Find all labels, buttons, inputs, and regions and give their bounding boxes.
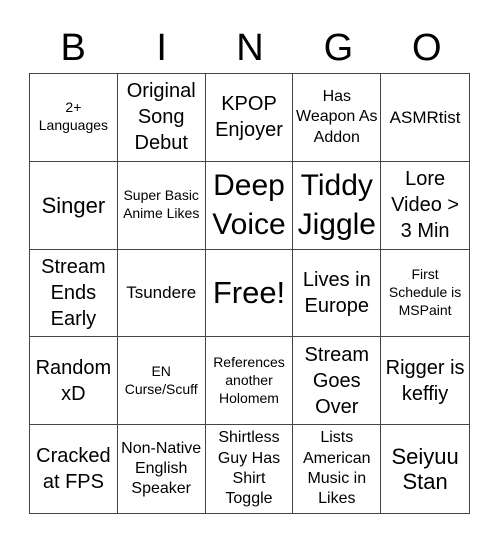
- bingo-cell-text: EN Curse/Scuff: [124, 362, 198, 397]
- bingo-cell-text: Lore Video > 3 Min: [391, 168, 460, 243]
- header-letter-i: I: [156, 27, 167, 69]
- bingo-cell[interactable]: Non-Native English Speaker: [118, 425, 206, 513]
- bingo-header: B I N G O: [29, 24, 471, 72]
- bingo-cell-text: Original Song Debut: [126, 80, 196, 155]
- header-letter-g: G: [323, 27, 354, 69]
- bingo-cell[interactable]: Random xD: [30, 337, 118, 426]
- bingo-cell[interactable]: Deep Voice: [205, 161, 294, 250]
- bingo-cell[interactable]: Lists American Music in Likes: [293, 425, 382, 513]
- bingo-cell[interactable]: Singer: [30, 161, 118, 250]
- bingo-cell-free[interactable]: Free!: [205, 249, 294, 338]
- bingo-cell[interactable]: Cracked at FPS: [30, 425, 118, 513]
- bingo-cell-text: Lists American Music in Likes: [303, 429, 371, 508]
- bingo-cell-text: Rigger is keffiy: [385, 356, 465, 405]
- bingo-cell[interactable]: Stream Goes Over: [293, 337, 382, 426]
- bingo-cell[interactable]: ASMRtist: [381, 74, 469, 162]
- bingo-cell-text: Cracked at FPS: [36, 445, 111, 494]
- bingo-cell[interactable]: Tsundere: [117, 249, 206, 338]
- bingo-cell-text: Singer: [41, 192, 106, 218]
- bingo-cell[interactable]: KPOP Enjoyer: [205, 74, 294, 162]
- bingo-cell[interactable]: Original Song Debut: [117, 74, 206, 162]
- bingo-cell[interactable]: Stream Ends Early: [30, 249, 118, 338]
- bingo-cell-text: KPOP Enjoyer: [215, 93, 283, 142]
- bingo-cell-text: Super Basic Anime Likes: [123, 187, 200, 222]
- bingo-cell-text: Stream Goes Over: [304, 343, 370, 418]
- bingo-cell[interactable]: Has Weapon As Addon: [293, 74, 382, 162]
- bingo-cell[interactable]: Tiddy Jiggle: [293, 161, 382, 250]
- bingo-cell-text: Deep Voice: [212, 169, 286, 242]
- header-letter-n: N: [236, 27, 264, 69]
- bingo-cell-text: Has Weapon As Addon: [296, 87, 378, 146]
- bingo-cell[interactable]: Rigger is keffiy: [381, 337, 469, 426]
- bingo-cell-text: ASMRtist: [389, 107, 461, 127]
- bingo-cell[interactable]: EN Curse/Scuff: [117, 337, 206, 426]
- bingo-cell[interactable]: Super Basic Anime Likes: [117, 161, 206, 250]
- bingo-cell-text: Seiyuu Stan: [391, 443, 459, 495]
- bingo-cell[interactable]: Shirtless Guy Has Shirt Toggle: [206, 425, 294, 513]
- bingo-cell-text: Shirtless Guy Has Shirt Toggle: [217, 429, 281, 508]
- bingo-cell[interactable]: Lore Video > 3 Min: [381, 162, 469, 250]
- header-letter-o: O: [412, 27, 442, 69]
- bingo-grid: 2+ Languages Original Song Debut KPOP Enjo…: [29, 73, 470, 514]
- bingo-cell-text: Free!: [212, 275, 286, 311]
- bingo-cell[interactable]: References another Holomem: [205, 337, 294, 426]
- bingo-cell-text: Lives in Europe: [302, 268, 371, 317]
- header-letter-b: B: [60, 27, 86, 69]
- bingo-cell-text: Tsundere: [126, 283, 197, 303]
- bingo-cell-text: Non-Native English Speaker: [121, 439, 202, 498]
- bingo-cell-text: Random xD: [35, 356, 112, 405]
- bingo-cell[interactable]: Seiyuu Stan: [381, 425, 469, 513]
- bingo-cell-text: Tiddy Jiggle: [297, 169, 376, 242]
- bingo-cell-text: Stream Ends Early: [41, 255, 106, 330]
- bingo-cell[interactable]: Lives in Europe: [293, 249, 382, 338]
- bingo-cell-text: First Schedule is MSPaint: [388, 266, 462, 318]
- bingo-cell[interactable]: 2+ Languages: [30, 74, 118, 162]
- bingo-cell-text: References another Holomem: [213, 353, 285, 406]
- bingo-cell-text: 2+ Languages: [38, 99, 109, 134]
- bingo-cell[interactable]: First Schedule is MSPaint: [381, 250, 469, 338]
